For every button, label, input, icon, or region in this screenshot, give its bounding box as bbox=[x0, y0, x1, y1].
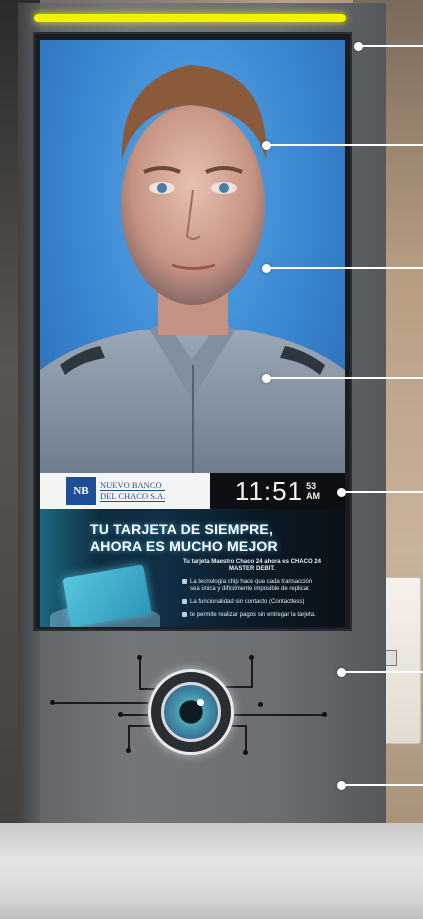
clock-side: 53 AM bbox=[306, 481, 320, 501]
ad-headline-line1: TU TARJETA DE SIEMPRE, bbox=[90, 521, 274, 537]
circuit-node bbox=[249, 655, 254, 660]
bank-name-line1: NUEVO BANCO bbox=[100, 480, 166, 491]
led-status-strip bbox=[34, 14, 346, 22]
circuit-wire bbox=[53, 702, 148, 704]
circuit-wire bbox=[251, 658, 253, 686]
circuit-node bbox=[137, 655, 142, 660]
bank-logo-mark: NB bbox=[66, 477, 96, 505]
eye-scanner-icon bbox=[161, 682, 221, 742]
callout-line bbox=[362, 45, 423, 47]
callout-line bbox=[270, 144, 423, 146]
promo-text: Tu tarjeta Maestro Chaco 24 ahora es CHA… bbox=[182, 559, 322, 625]
kiosk-screen: NB NUEVO BANCO DEL CHACO S.A. 11:51 53 A… bbox=[33, 32, 352, 631]
bank-name-line2: DEL CHACO S.A. bbox=[100, 491, 166, 502]
circuit-wire bbox=[139, 658, 141, 688]
ad-headline: TU TARJETA DE SIEMPRE, AHORA ES MUCHO ME… bbox=[90, 521, 278, 555]
bank-name: NUEVO BANCO DEL CHACO S.A. bbox=[100, 480, 166, 502]
clock-period: AM bbox=[306, 491, 321, 501]
ad-header: NB NUEVO BANCO DEL CHACO S.A. 11:51 53 A… bbox=[40, 473, 345, 509]
kiosk-base bbox=[0, 823, 423, 919]
callout-line bbox=[345, 784, 423, 786]
circuit-wire bbox=[230, 725, 247, 727]
ad-body: TU TARJETA DE SIEMPRE, AHORA ES MUCHO ME… bbox=[40, 509, 345, 627]
callout-line bbox=[345, 671, 423, 673]
promo-line: La funcionalidad sin contacto (Contactle… bbox=[182, 599, 322, 606]
circuit-node bbox=[243, 750, 248, 755]
wall-switch-panel bbox=[382, 577, 421, 744]
circuit-wire bbox=[225, 686, 253, 688]
clock: 11:51 53 AM bbox=[210, 473, 345, 509]
circuit-wire bbox=[128, 725, 130, 750]
callout-line bbox=[270, 377, 423, 379]
circuit-node bbox=[258, 702, 263, 707]
callout-line bbox=[270, 267, 423, 269]
circuit-wire bbox=[128, 725, 152, 727]
circuit-node bbox=[50, 700, 55, 705]
circuit-wire bbox=[245, 725, 247, 752]
clock-time: 11:51 bbox=[234, 475, 304, 506]
iris-scanner[interactable] bbox=[148, 669, 234, 755]
advertisement-banner: NB NUEVO BANCO DEL CHACO S.A. 11:51 53 A… bbox=[40, 473, 345, 627]
promo-title: Tu tarjeta Maestro Chaco 24 ahora es CHA… bbox=[183, 559, 321, 572]
promo-line: te permite realizar pagos sin entregar l… bbox=[182, 612, 322, 619]
bank-logo: NB NUEVO BANCO DEL CHACO S.A. bbox=[40, 473, 210, 509]
circuit-wire bbox=[120, 714, 148, 716]
circuit-wire bbox=[234, 714, 324, 716]
clock-seconds: 53 bbox=[306, 481, 317, 491]
guard-portrait bbox=[40, 65, 345, 473]
promo-line: La tecnología chip hace que cada transac… bbox=[182, 579, 322, 593]
callout-line bbox=[345, 491, 423, 493]
circuit-node bbox=[126, 748, 131, 753]
ad-headline-line2: AHORA ES MUCHO MEJOR bbox=[90, 538, 278, 554]
face-camera-view bbox=[40, 40, 345, 473]
eye-glint bbox=[197, 699, 204, 706]
circuit-node bbox=[322, 712, 327, 717]
